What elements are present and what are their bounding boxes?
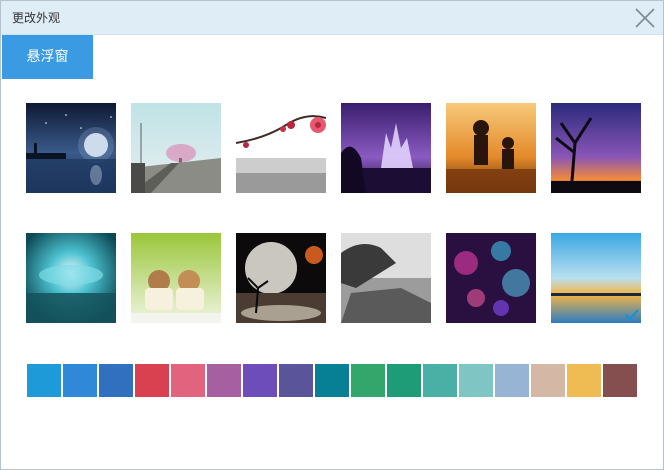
color-swatch[interactable]	[387, 364, 421, 397]
color-swatch[interactable]	[207, 364, 241, 397]
color-swatch[interactable]	[351, 364, 385, 397]
wallpaper-night-moon-lake[interactable]	[26, 103, 116, 193]
color-swatch[interactable]	[423, 364, 457, 397]
color-swatch[interactable]	[603, 364, 637, 397]
color-swatch[interactable]	[279, 364, 313, 397]
close-button[interactable]	[633, 6, 657, 30]
color-swatch[interactable]	[63, 364, 97, 397]
wallpaper-planet-tree-fantasy[interactable]	[236, 233, 326, 323]
color-swatch[interactable]	[99, 364, 133, 397]
close-icon	[635, 8, 655, 28]
color-swatch[interactable]	[135, 364, 169, 397]
color-swatch[interactable]	[531, 364, 565, 397]
selected-check-icon	[625, 309, 639, 321]
color-swatch-bar	[27, 364, 641, 397]
color-swatch[interactable]	[459, 364, 493, 397]
wallpaper-tree-silhouette-dusk[interactable]	[551, 103, 641, 193]
dialog-title: 更改外观	[12, 11, 61, 25]
wallpaper-couple-sunset[interactable]	[446, 103, 536, 193]
color-swatch[interactable]	[495, 364, 529, 397]
color-swatch[interactable]	[315, 364, 349, 397]
tab-floating-window[interactable]: 悬浮窗	[2, 35, 93, 79]
wallpaper-bw-tree-shore[interactable]	[341, 233, 431, 323]
color-swatch[interactable]	[243, 364, 277, 397]
change-appearance-dialog: 更改外观 悬浮窗	[0, 0, 664, 470]
color-swatch[interactable]	[171, 364, 205, 397]
wallpaper-bunnies-in-cups[interactable]	[131, 233, 221, 323]
wallpaper-teal-crater-lake[interactable]	[26, 233, 116, 323]
wallpaper-sky-lake-reflection[interactable]	[551, 233, 641, 323]
color-swatch[interactable]	[27, 364, 61, 397]
wallpaper-bokeh-lights[interactable]	[446, 233, 536, 323]
color-swatch[interactable]	[567, 364, 601, 397]
title-bar: 更改外观	[1, 1, 663, 35]
wallpaper-plum-blossom[interactable]	[236, 103, 326, 193]
wallpaper-railway-tree[interactable]	[131, 103, 221, 193]
wallpaper-purple-castle[interactable]	[341, 103, 431, 193]
